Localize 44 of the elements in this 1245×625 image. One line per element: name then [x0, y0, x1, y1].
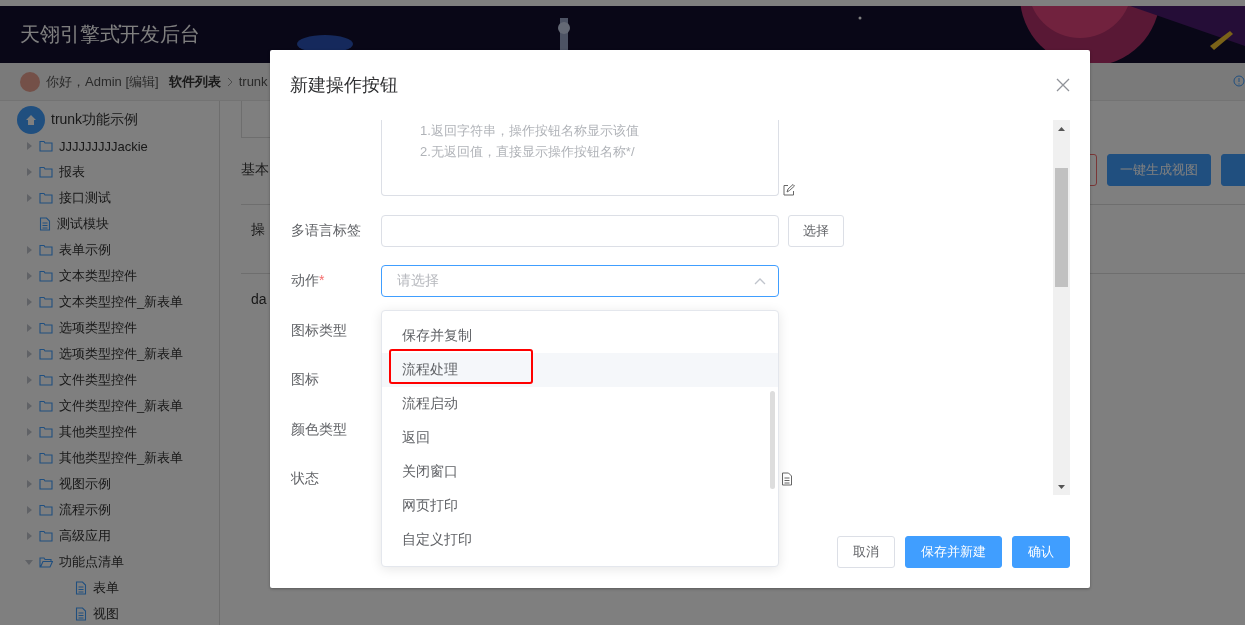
tree-item[interactable]: 报表: [59, 163, 85, 181]
section-title: 基本: [241, 161, 269, 179]
tree-item[interactable]: 文件类型控件_新表单: [59, 397, 184, 415]
tree-item[interactable]: 文本类型控件_新表单: [59, 293, 184, 311]
field-label: 多语言标签: [291, 222, 362, 240]
field-label: 状态: [291, 470, 320, 489]
breadcrumb-link[interactable]: trunk: [238, 74, 268, 89]
greeting-text: 你好，Admin [编辑]: [46, 72, 159, 91]
table-cell: da: [251, 291, 267, 307]
dialog-button[interactable]: 确认: [1012, 536, 1070, 568]
dropdown-option[interactable]: 自定义打印: [382, 523, 778, 557]
app-title: 天翎引擎式开发后台: [20, 22, 200, 47]
dropdown-option[interactable]: 流程启动: [382, 387, 778, 421]
dialog-button[interactable]: 取消: [837, 536, 895, 568]
tree-item[interactable]: 其他类型控件_新表单: [59, 449, 184, 467]
tree-item[interactable]: 视图示例: [59, 475, 111, 493]
dialog-title: 新建操作按钮: [290, 74, 398, 97]
tree-item[interactable]: 表单: [93, 579, 119, 597]
tree-item[interactable]: 选项类型控件_新表单: [59, 345, 184, 363]
tree-item[interactable]: 流程示例: [59, 501, 111, 519]
tree-item[interactable]: 视图: [93, 605, 119, 623]
tree-item[interactable]: 文本类型控件: [59, 267, 137, 285]
breadcrumb-link[interactable]: 软件列表: [168, 72, 221, 91]
tree-item[interactable]: 测试模块: [57, 215, 109, 233]
dropdown-option[interactable]: 关闭窗口: [382, 455, 778, 489]
field-label: 图标: [291, 371, 320, 390]
tree-item[interactable]: 其他类型控件: [59, 423, 137, 441]
field-label: 颜色类型: [291, 420, 348, 439]
dropdown-option[interactable]: 保存并复制: [382, 319, 778, 353]
tree-item[interactable]: JJJJJJJJJackie: [59, 138, 148, 154]
tree-item[interactable]: 接口测试: [59, 189, 111, 207]
tree-item[interactable]: 功能点清单: [59, 553, 124, 571]
tree-item[interactable]: 高级应用: [59, 527, 111, 545]
dropdown-option[interactable]: 返回: [382, 421, 778, 455]
table-cell: 操: [251, 221, 265, 239]
tree-item[interactable]: 文件类型控件: [59, 371, 137, 389]
tree-root[interactable]: trunk功能示例: [51, 111, 139, 129]
field-label: 图标类型: [291, 321, 348, 340]
tree-item[interactable]: 表单示例: [59, 241, 111, 259]
select-button[interactable]: 选择: [788, 215, 844, 247]
dialog-button[interactable]: 保存并新建: [905, 536, 1002, 568]
tree-item[interactable]: 选项类型控件: [59, 319, 137, 337]
field-label: 动作*: [291, 272, 326, 290]
dropdown-option[interactable]: 网页打印: [382, 489, 778, 523]
